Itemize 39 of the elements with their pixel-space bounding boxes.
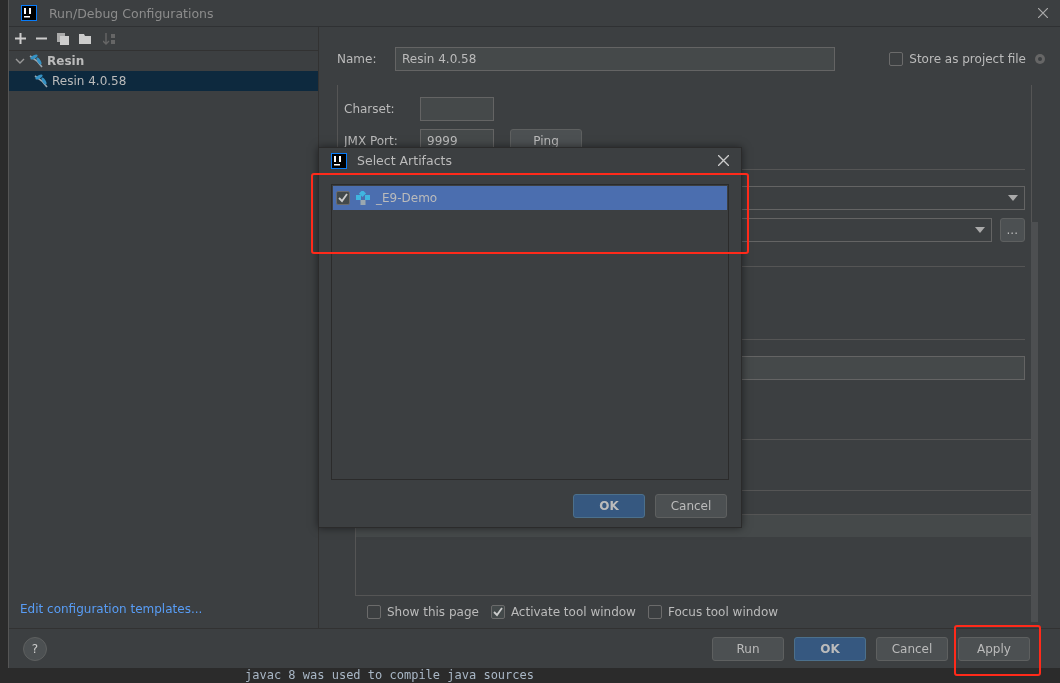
name-field[interactable]: Resin 4.0.58: [395, 47, 835, 71]
tree-item[interactable]: Resin: [9, 51, 318, 71]
app-logo-icon: [331, 152, 347, 169]
charset-label: Charset:: [344, 102, 396, 116]
checkmark-icon: [492, 607, 503, 617]
window-title: Run/Debug Configurations: [49, 5, 214, 21]
option-checkbox[interactable]: Focus tool window: [647, 605, 779, 619]
dragonfly-icon: [28, 53, 44, 69]
scrollbar[interactable]: [1031, 222, 1038, 622]
option-checkbox[interactable]: Show this page: [367, 605, 479, 619]
dialog-button[interactable]: Apply: [958, 636, 1030, 661]
artifact-item[interactable]: _E9-Demo: [333, 186, 727, 210]
folder-add-icon[interactable]: [79, 32, 93, 45]
copy-icon[interactable]: [57, 32, 69, 45]
option-checkbox[interactable]: Activate tool window: [490, 605, 636, 619]
dialog-button[interactable]: Cancel: [876, 636, 948, 661]
dialog-title: Select Artifacts: [357, 153, 452, 168]
browse-button[interactable]: ...: [999, 218, 1025, 242]
checkmark-icon: [338, 193, 348, 203]
dropdown-arrow-icon: [1008, 195, 1018, 201]
app-logo-icon: [21, 5, 37, 21]
templates-link[interactable]: Edit configuration templates...: [9, 602, 318, 628]
dialog-button[interactable]: OK: [794, 636, 866, 661]
artifact-checkbox[interactable]: [336, 191, 350, 205]
tree-item[interactable]: Resin 4.0.58: [9, 71, 318, 91]
jmx-port-label: JMX Port:: [344, 134, 399, 148]
store-as-project-checkbox[interactable]: Store as project file: [889, 52, 1026, 66]
close-icon[interactable]: [718, 155, 729, 166]
dragonfly-icon: [33, 73, 49, 89]
dialog-button[interactable]: Run: [712, 636, 784, 661]
artifact-icon: [356, 191, 370, 205]
dropdown-arrow-icon: [974, 227, 985, 233]
dialog-button[interactable]: Cancel: [655, 494, 727, 518]
name-label: Name:: [337, 52, 378, 66]
help-button[interactable]: ?: [23, 636, 47, 661]
close-icon[interactable]: [1038, 8, 1048, 18]
add-icon[interactable]: [15, 33, 26, 44]
charset-field[interactable]: [420, 97, 494, 121]
dialog-button[interactable]: OK: [573, 494, 645, 518]
